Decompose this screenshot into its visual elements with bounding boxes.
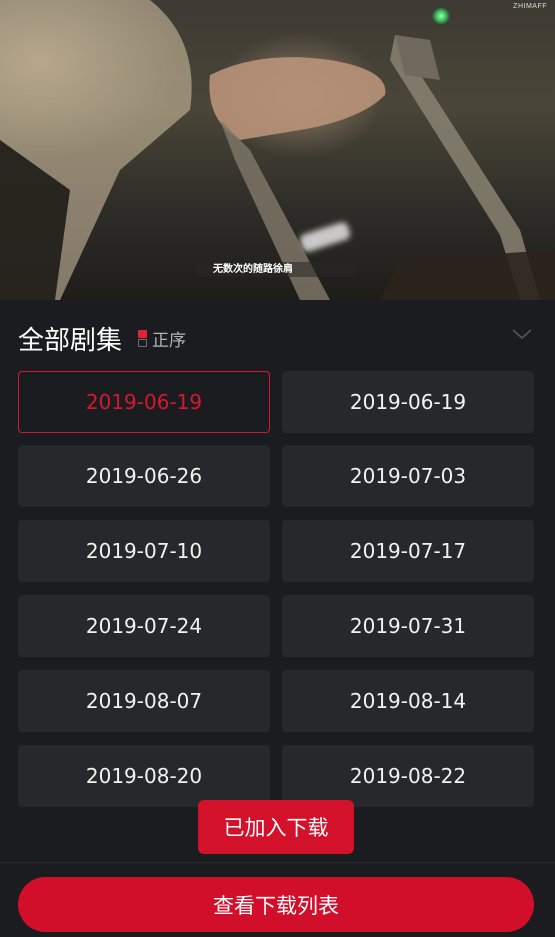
episode-item[interactable]: 2019-06-26 bbox=[18, 445, 270, 507]
chevron-down-icon[interactable] bbox=[511, 326, 533, 342]
episode-item[interactable]: 2019-07-10 bbox=[18, 520, 270, 582]
sort-order-icon bbox=[138, 328, 148, 348]
episode-item[interactable]: 2019-06-19 bbox=[282, 371, 534, 433]
video-frame-illustration bbox=[0, 0, 555, 300]
episode-item[interactable]: 2019-07-17 bbox=[282, 520, 534, 582]
episode-item[interactable]: 2019-07-24 bbox=[18, 595, 270, 657]
video-player[interactable]: 无数次的随路徐肩 ZHIMAFF bbox=[0, 0, 555, 300]
episode-item[interactable]: 2019-08-20 bbox=[18, 745, 270, 807]
sort-label: 正序 bbox=[152, 330, 187, 350]
added-to-download-toast: 已加入下载 bbox=[198, 800, 354, 854]
episode-header: 全部剧集 正序 bbox=[18, 320, 186, 356]
divider bbox=[0, 862, 555, 863]
page-title: 全部剧集 bbox=[18, 324, 123, 355]
episode-item[interactable]: 2019-06-19 bbox=[18, 371, 270, 433]
episode-item[interactable]: 2019-08-22 bbox=[282, 745, 534, 807]
watermark: ZHIMAFF bbox=[513, 3, 547, 10]
episode-item[interactable]: 2019-08-14 bbox=[282, 670, 534, 732]
sort-toggle[interactable]: 正序 bbox=[138, 326, 186, 351]
episode-item[interactable]: 2019-08-07 bbox=[18, 670, 270, 732]
view-download-list-button[interactable]: 查看下载列表 bbox=[18, 877, 534, 932]
episode-item[interactable]: 2019-07-03 bbox=[282, 445, 534, 507]
episode-item[interactable]: 2019-07-31 bbox=[282, 595, 534, 657]
video-subtitle: 无数次的随路徐肩 bbox=[197, 262, 357, 277]
